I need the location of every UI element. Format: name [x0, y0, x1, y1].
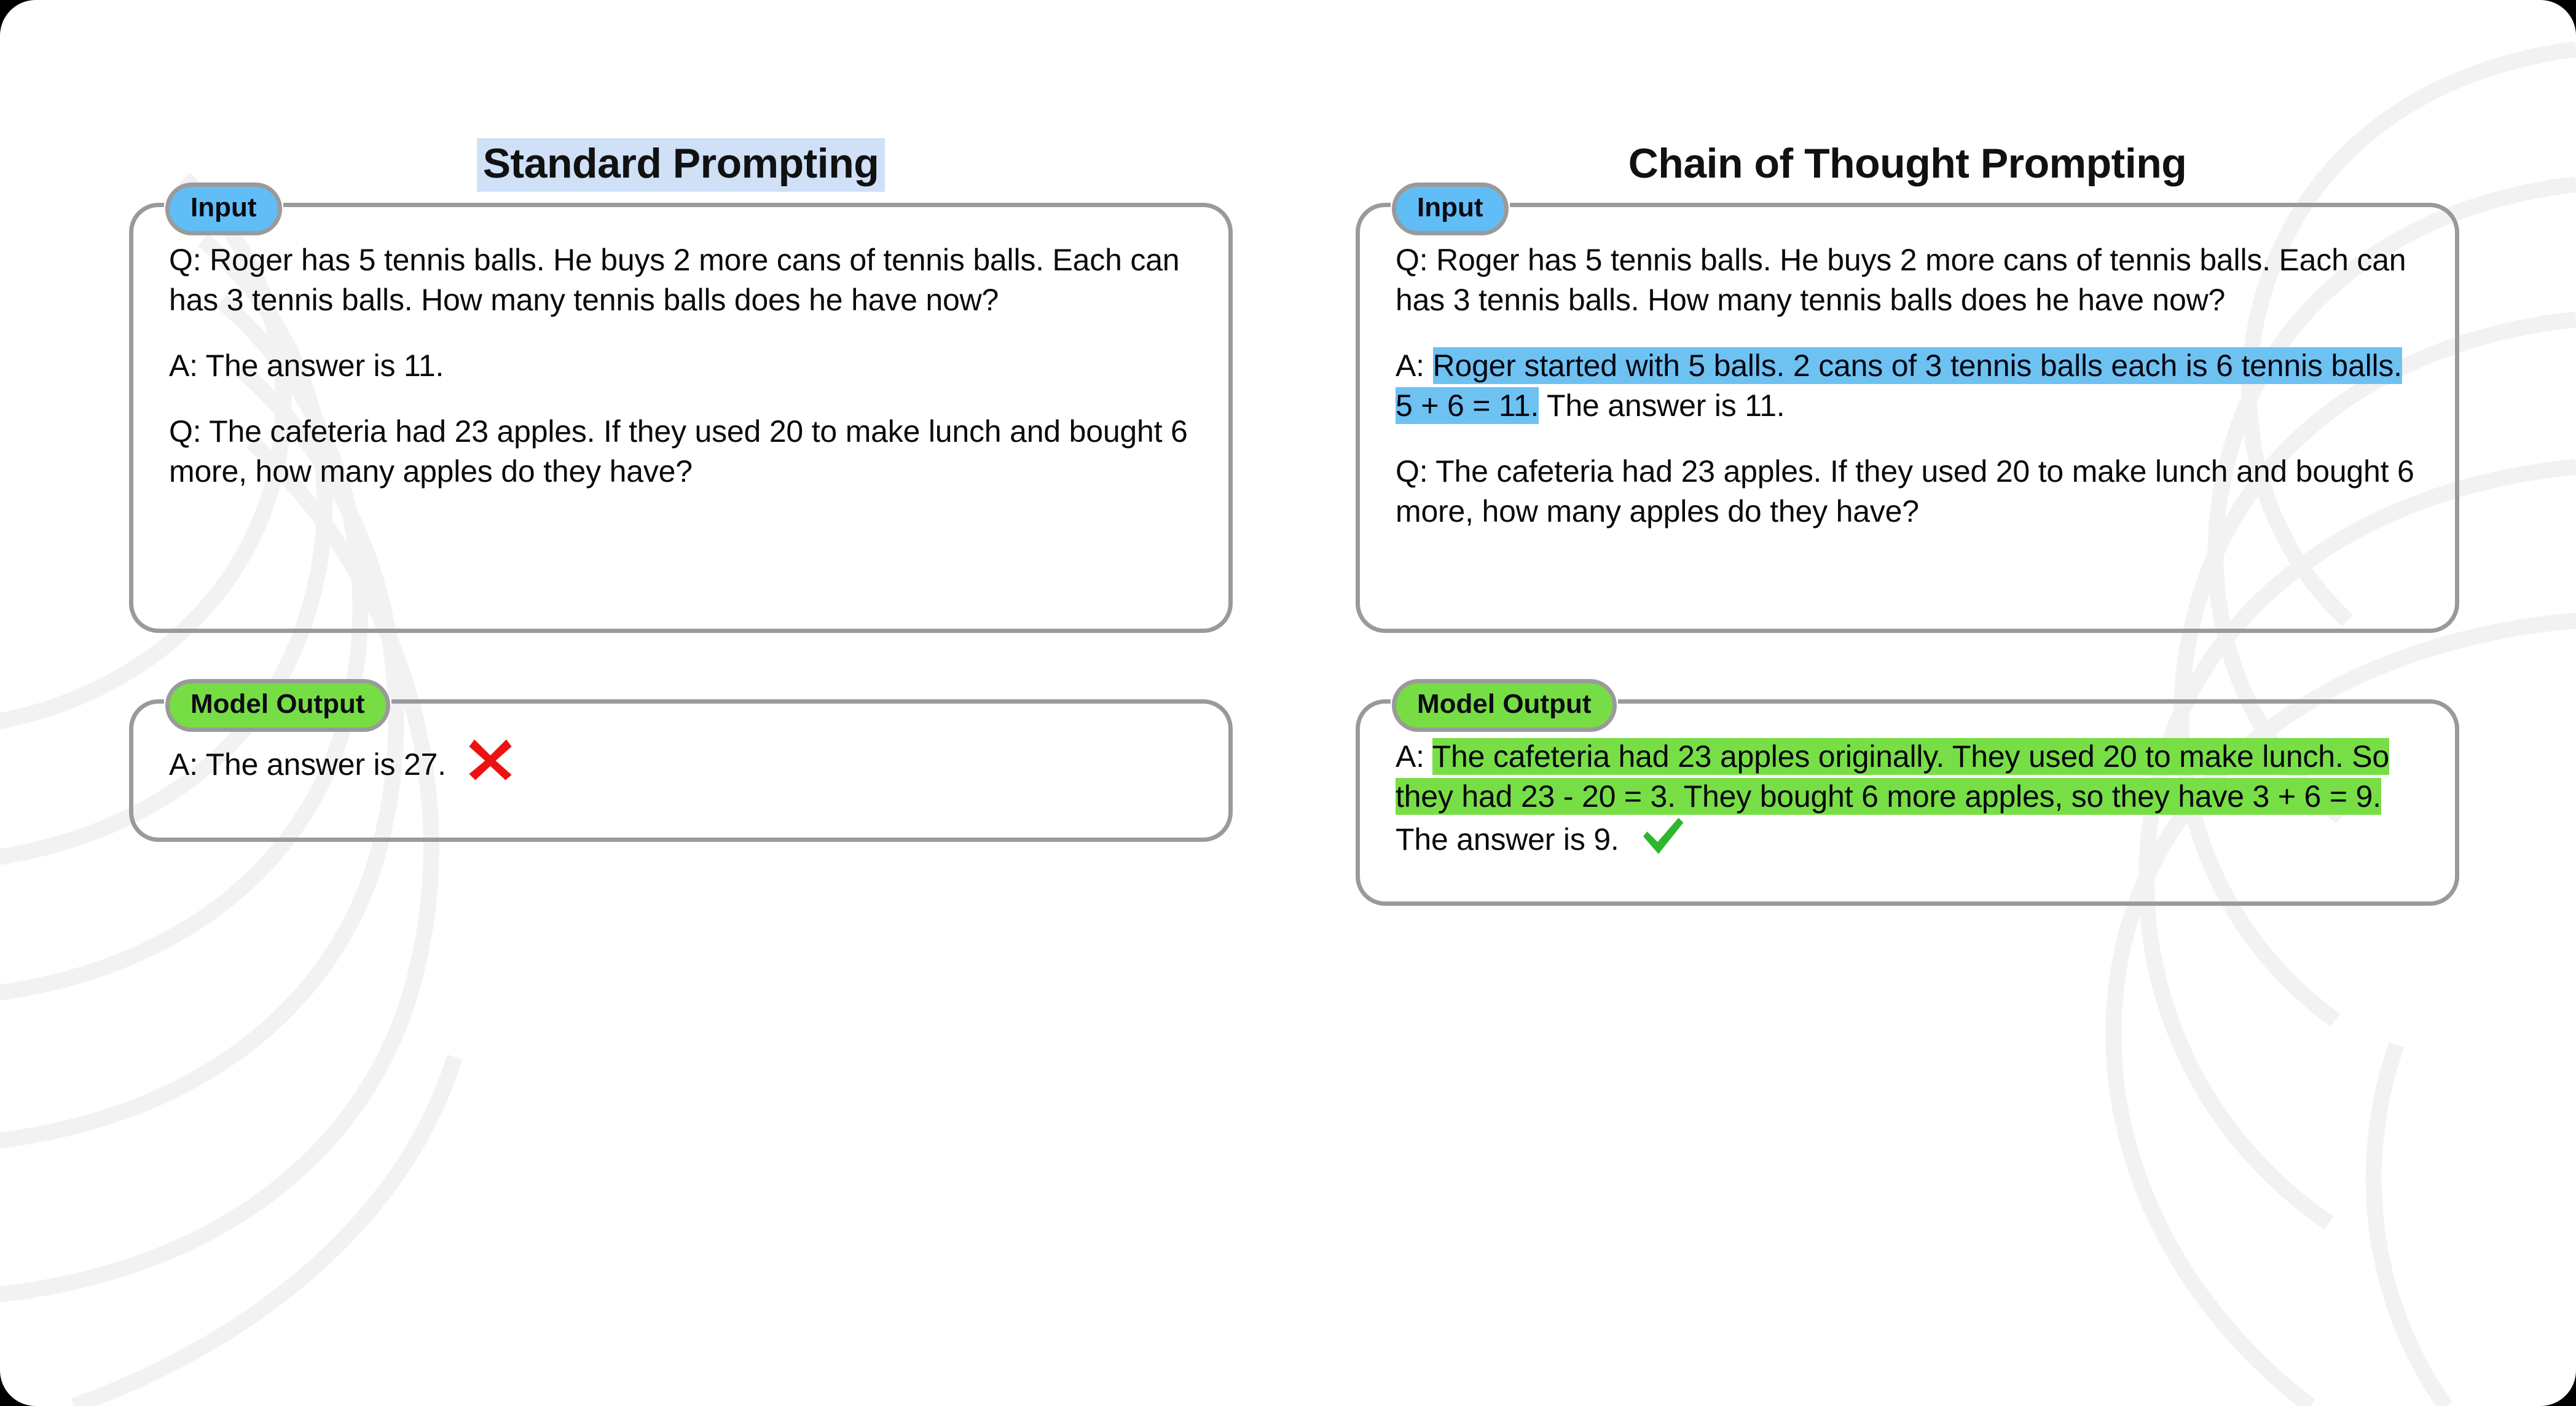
- cot-input-panel: Input Q: Roger has 5 tennis balls. He bu…: [1356, 183, 2459, 633]
- text-segment: Q: Roger has 5 tennis balls. He buys 2 m…: [169, 243, 1180, 317]
- text-segment: A: The answer is 11.: [169, 348, 444, 383]
- text-segment: Q: Roger has 5 tennis balls. He buys 2 m…: [1396, 243, 2406, 317]
- standard-input-panel: Input Q: Roger has 5 tennis balls. He bu…: [129, 183, 1233, 633]
- text-segment: A:: [1396, 348, 1433, 383]
- standard-input-question-2: Q: The cafeteria had 23 apples. If they …: [169, 412, 1195, 492]
- chain-of-thought-column: Chain of Thought Prompting Input Q: Roge…: [1288, 0, 2576, 1406]
- standard-input-badge-label: Input: [190, 192, 257, 222]
- chain-of-thought-title: Chain of Thought Prompting: [1628, 139, 2187, 187]
- cot-input-answer-1: A: Roger started with 5 balls. 2 cans of…: [1396, 346, 2422, 426]
- cot-input-question-1: Q: Roger has 5 tennis balls. He buys 2 m…: [1396, 240, 2422, 320]
- standard-prompting-title: Standard Prompting: [476, 138, 886, 192]
- standard-output-answer: A: The answer is 27.: [169, 737, 1195, 791]
- cot-output-panel: Model Output A: The cafeteria had 23 app…: [1356, 679, 2459, 906]
- text-segment: The answer is 9.: [1396, 822, 1619, 857]
- cot-input-body: Q: Roger has 5 tennis balls. He buys 2 m…: [1360, 207, 2455, 567]
- standard-output-badge: Model Output: [165, 679, 390, 732]
- chain-of-thought-title-row: Chain of Thought Prompting: [1356, 0, 2459, 203]
- cot-output-answer: A: The cafeteria had 23 apples originall…: [1396, 737, 2422, 866]
- standard-prompting-column: Standard Prompting Input Q: Roger has 5 …: [0, 0, 1288, 1406]
- standard-input-body: Q: Roger has 5 tennis balls. He buys 2 m…: [133, 207, 1228, 527]
- standard-output-panel: Model Output A: The answer is 27.: [129, 679, 1233, 842]
- cot-output-badge-label: Model Output: [1417, 689, 1592, 719]
- text-segment: Q: The cafeteria had 23 apples. If they …: [169, 414, 1188, 489]
- cot-input-badge: Input: [1392, 183, 1509, 235]
- cot-input-badge-label: Input: [1417, 192, 1483, 222]
- standard-input-badge: Input: [165, 183, 282, 235]
- standard-input-answer-1: A: The answer is 11.: [169, 346, 1195, 386]
- cot-output-body: A: The cafeteria had 23 apples originall…: [1360, 704, 2455, 901]
- two-column-comparison: Standard Prompting Input Q: Roger has 5 …: [0, 0, 2576, 1406]
- text-segment: The answer is 11.: [1539, 388, 1785, 423]
- reasoning-highlight-green: The cafeteria had 23 apples originally. …: [1396, 738, 2389, 815]
- standard-input-question-1: Q: Roger has 5 tennis balls. He buys 2 m…: [169, 240, 1195, 320]
- standard-prompting-title-row: Standard Prompting: [129, 0, 1233, 203]
- check-icon: [1641, 817, 1685, 866]
- text-segment: A:: [1396, 739, 1432, 774]
- cot-input-question-2: Q: The cafeteria had 23 apples. If they …: [1396, 452, 2422, 532]
- text-segment: Q: The cafeteria had 23 apples. If they …: [1396, 454, 2414, 528]
- text-segment: A: The answer is 27.: [169, 747, 446, 782]
- cross-icon: [468, 737, 512, 791]
- standard-output-badge-label: Model Output: [190, 689, 365, 719]
- figure-page: Standard Prompting Input Q: Roger has 5 …: [0, 0, 2576, 1406]
- cot-output-badge: Model Output: [1392, 679, 1617, 732]
